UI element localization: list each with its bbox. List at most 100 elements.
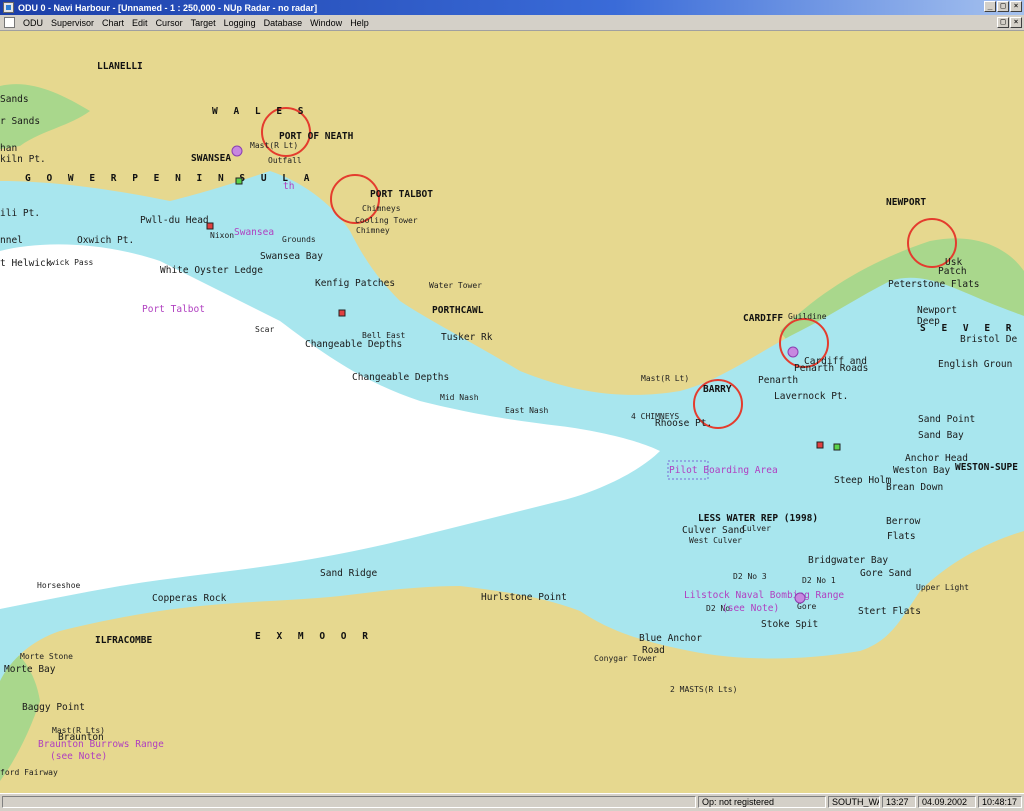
feature-label: Culver Sand (682, 525, 745, 536)
chart-viewport[interactable]: LLANELLI W A L E S PORT OF NEATH SWANSEA… (0, 31, 1024, 793)
feature-label: Stoke Spit (761, 619, 818, 630)
feature-label: Copperas Rock (152, 593, 227, 604)
feature-label: Newport (917, 305, 957, 316)
area-label: W A L E S (212, 106, 308, 117)
place-label: LLANELLI (97, 61, 143, 72)
window-title: ODU 0 - Navi Harbour - [Unnamed - 1 : 25… (18, 2, 318, 13)
minimize-button[interactable]: _ (984, 1, 996, 12)
anchorage-icon[interactable] (787, 346, 799, 358)
menu-logging[interactable]: Logging (220, 18, 260, 28)
range-note-label: (see Note) (50, 751, 107, 762)
nautical-chart[interactable]: LLANELLI W A L E S PORT OF NEATH SWANSEA… (0, 31, 1024, 793)
menu-window[interactable]: Window (306, 18, 346, 28)
place-label: PORT TALBOT (370, 189, 433, 200)
green-buoy-icon[interactable] (833, 443, 841, 451)
feature-label: 2 MASTS(R Lts) (670, 685, 737, 694)
feature-label: Pwll-du Head (140, 215, 209, 226)
document-icon[interactable] (4, 17, 15, 28)
feature-label: Brean Down (886, 482, 943, 493)
menu-odu[interactable]: ODU (19, 18, 47, 28)
feature-label: Peterstone Flats (888, 279, 980, 290)
anchorage-label: th (283, 181, 294, 192)
status-bar: Op: not registered SOUTH_WALI 13:27 04.0… (0, 793, 1024, 811)
range-label: Braunton Burrows Range (38, 739, 164, 750)
feature-label: Guildine (788, 312, 827, 321)
feature-label: LESS WATER REP (1998) (698, 513, 818, 524)
feature-label: wick Pass (50, 258, 94, 267)
feature-label: Changeable Depths (305, 339, 402, 350)
feature-label: Changeable Depths (352, 372, 449, 383)
feature-label: Chimneys (362, 204, 401, 213)
status-clock: 10:48:17 (978, 796, 1022, 808)
maximize-button[interactable]: □ (997, 1, 1009, 12)
place-label: NEWPORT (886, 197, 926, 208)
anchorage-label: Swansea (234, 227, 274, 238)
menu-supervisor[interactable]: Supervisor (47, 18, 98, 28)
feature-label: East Nash (505, 406, 549, 415)
feature-label: Baggy Point (22, 702, 85, 713)
feature-label: Patch (938, 266, 967, 277)
menu-edit[interactable]: Edit (128, 18, 152, 28)
menu-help[interactable]: Help (346, 18, 373, 28)
menu-cursor[interactable]: Cursor (152, 18, 187, 28)
feature-label: D2 No 1 (802, 576, 836, 585)
feature-label: Culver (742, 524, 771, 533)
feature-label: Morte Stone (20, 652, 73, 661)
feature-label: Penarth Roads (794, 363, 868, 374)
place-label: PORTHCAWL (432, 305, 484, 316)
anchorage-label: Port Talbot (142, 304, 205, 315)
range-note-label: (see Note) (722, 603, 779, 614)
feature-label: Kenfig Patches (315, 278, 395, 289)
status-area: SOUTH_WALI (828, 796, 880, 808)
anchorage-icon[interactable] (794, 592, 806, 604)
feature-label: han (0, 143, 17, 154)
feature-label: Lavernock Pt. (774, 391, 848, 402)
close-button[interactable]: × (1010, 1, 1022, 12)
feature-label: kiln Pt. (0, 154, 46, 165)
red-buoy-icon[interactable] (206, 222, 214, 230)
feature-label: Chimney (356, 226, 390, 235)
feature-label: Water Tower (429, 281, 482, 290)
feature-label: Oxwich Pt. (77, 235, 134, 246)
status-date: 04.09.2002 (918, 796, 976, 808)
feature-label: Steep Holm (834, 475, 891, 486)
anchorage-icon[interactable] (231, 145, 243, 157)
status-time: 13:27 (882, 796, 916, 808)
feature-label: Stert Flats (858, 606, 921, 617)
feature-label: Sand Ridge (320, 568, 377, 579)
feature-label: nnel (0, 235, 23, 246)
feature-label: ili Pt. (0, 208, 40, 219)
menu-chart[interactable]: Chart (98, 18, 128, 28)
feature-label: Cooling Tower (355, 216, 418, 225)
place-label: BARRY (703, 384, 732, 395)
feature-label: White Oyster Ledge (160, 265, 263, 276)
feature-label: English Groun (938, 359, 1012, 370)
feature-label: West Culver (689, 536, 742, 545)
feature-label: Flats (887, 531, 916, 542)
menu-database[interactable]: Database (260, 18, 307, 28)
red-buoy-icon[interactable] (338, 309, 346, 317)
feature-label: Blue Anchor (639, 633, 702, 644)
status-message (2, 796, 696, 808)
feature-label: t Helwick (0, 258, 52, 269)
feature-label: Sand Point (918, 414, 975, 425)
red-buoy-icon[interactable] (816, 441, 824, 449)
place-label: CARDIFF (743, 313, 783, 324)
feature-label: D2 No 3 (733, 572, 767, 581)
feature-label: Mid Nash (440, 393, 479, 402)
range-label: Lilstock Naval Bombing Range (684, 590, 844, 601)
feature-label: Berrow (886, 516, 921, 527)
green-buoy-icon[interactable] (235, 177, 243, 185)
doc-close-button[interactable]: × (1010, 17, 1022, 28)
feature-label: Mast(R Lt) (250, 141, 298, 150)
feature-label: Deep (917, 316, 940, 327)
feature-label: Sand Bay (918, 430, 964, 441)
feature-label: Mast(R Lts) (52, 726, 105, 735)
area-label: G O W E R P E N I N S U L A (25, 173, 314, 184)
app-icon (3, 2, 14, 13)
doc-restore-button[interactable]: □ (997, 17, 1009, 28)
feature-label: Bell East (362, 331, 406, 340)
feature-label: Sands (0, 94, 29, 105)
feature-label: Swansea Bay (260, 251, 323, 262)
menu-target[interactable]: Target (187, 18, 220, 28)
